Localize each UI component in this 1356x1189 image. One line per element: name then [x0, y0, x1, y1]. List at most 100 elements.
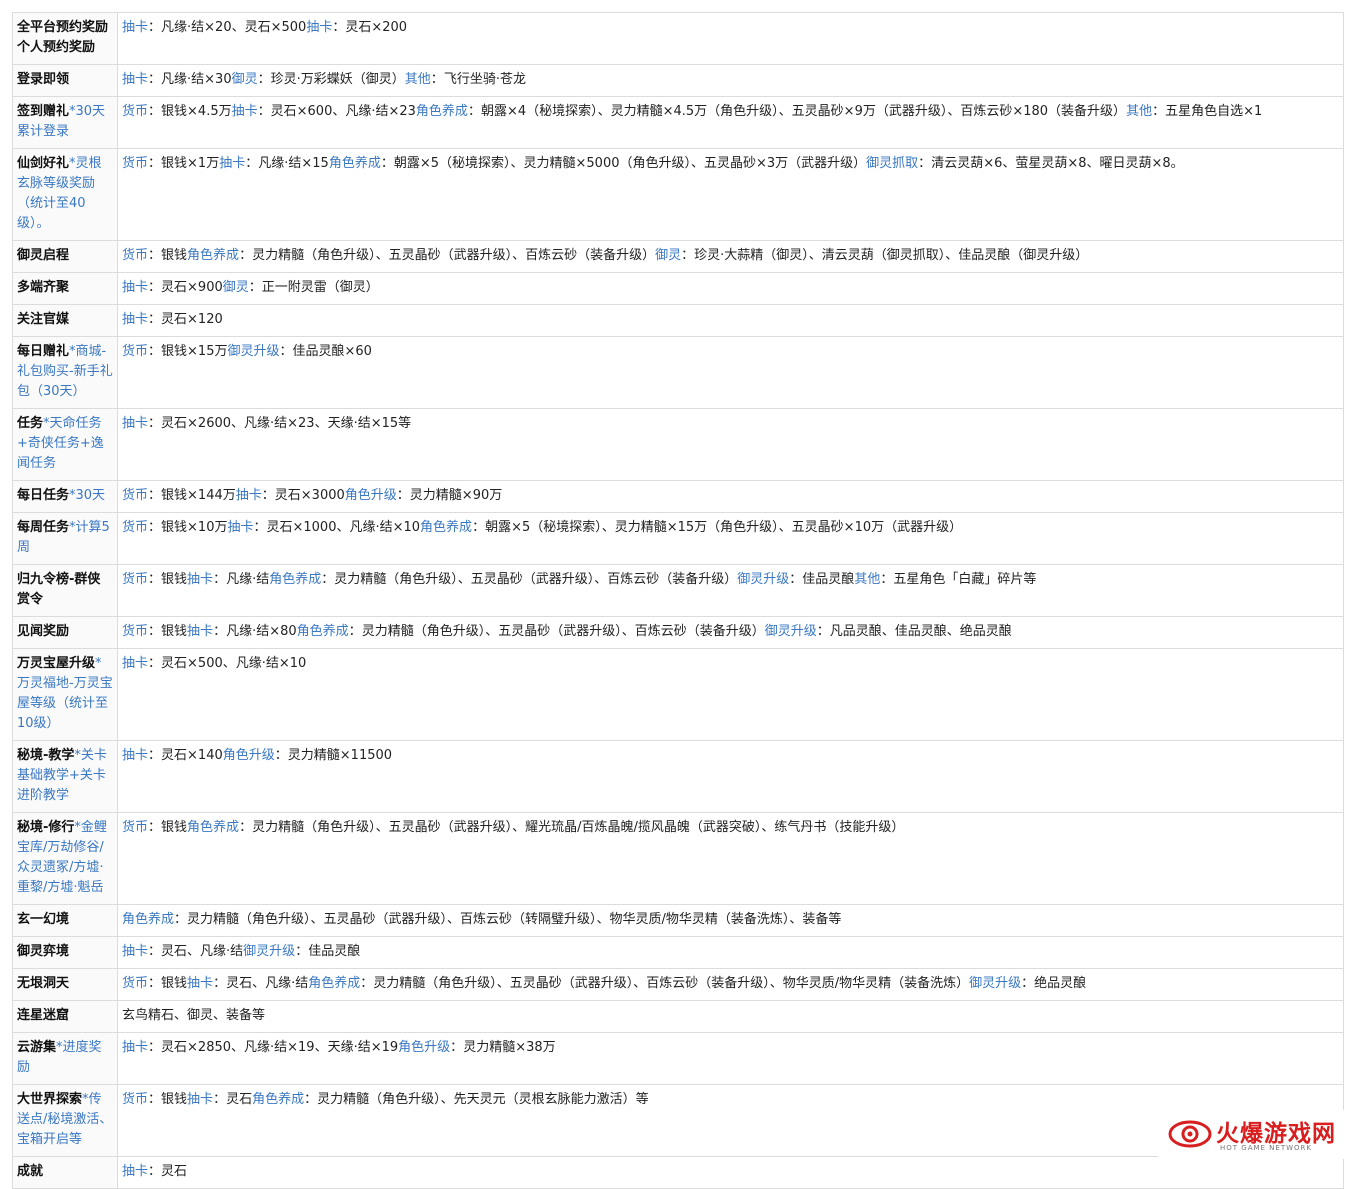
reward-category: 抽卡: [306, 20, 333, 35]
reward-items: 银钱: [161, 820, 188, 835]
reward-items: 灵石: [226, 1092, 253, 1107]
reward-items: 朝露×5（秘境探索）、灵力精髓×15万（角色升级）、五灵晶砂×10万（武器升级）: [485, 520, 963, 535]
watermark-subtitle: HOT GAME NETWORK: [1220, 1144, 1312, 1152]
table-row: 云游集*进度奖励 抽卡：灵石×2850、凡缘·结×19、天缘·结×19角色升级：灵…: [12, 1032, 1344, 1085]
table-row: 大世界探索*传送点/秘境激活、宝箱开启等 货币：银钱抽卡：灵石角色养成：灵力精髓（…: [12, 1084, 1344, 1157]
reward-items: 飞行坐骑·苍龙: [443, 72, 526, 87]
reward-detail-cell: 抽卡：灵石×120: [117, 304, 1344, 337]
reward-detail-cell: 货币：银钱×10万抽卡：灵石×1000、凡缘·结×10角色养成：朝露×5（秘境探…: [117, 512, 1344, 565]
reward-category: 其他: [1126, 104, 1153, 119]
reward-items: 灵石×1000、凡缘·结×10: [266, 520, 421, 535]
reward-category: 货币: [122, 976, 149, 991]
reward-source: 秘境-教学: [17, 748, 75, 763]
reward-source-cell: 连星迷窟: [12, 1000, 118, 1033]
reward-detail-cell: 抽卡：灵石×2600、凡缘·结×23、天缘·结×15等: [117, 408, 1344, 481]
table-row: 关注官媒 抽卡：灵石×120: [12, 304, 1344, 337]
reward-category: 货币: [122, 624, 149, 639]
table-row: 成就 抽卡：灵石: [12, 1156, 1344, 1189]
reward-detail-cell: 货币：银钱角色养成：灵力精髓（角色升级）、五灵晶砂（武器升级）、耀光琉晶/百炼晶…: [117, 812, 1344, 905]
reward-items: 银钱×4.5万: [161, 104, 232, 119]
reward-category: 抽卡: [122, 72, 149, 87]
reward-items: 灵力精髓×11500: [287, 748, 393, 763]
reward-source-cell: 无垠洞天: [12, 968, 118, 1001]
reward-source: 任务: [17, 416, 44, 431]
reward-source: 云游集: [17, 1040, 57, 1055]
reward-detail-cell: 抽卡：灵石: [117, 1156, 1344, 1189]
reward-category: 抽卡: [122, 312, 149, 327]
table-row: 连星迷窟 玄鸟精石、御灵、装备等: [12, 1000, 1344, 1033]
reward-items: 灵石: [161, 1164, 188, 1179]
reward-source: 仙剑好礼: [17, 156, 70, 171]
reward-items: 灵石×500、凡缘·结×10: [161, 656, 307, 671]
table-row: 每日任务*30天 货币：银钱×144万抽卡：灵石×3000角色升级：灵力精髓×90…: [12, 480, 1344, 513]
reward-items: 凡缘·结×15: [258, 156, 329, 171]
reward-items: 银钱: [161, 1092, 188, 1107]
reward-category: 角色养成: [296, 624, 349, 639]
reward-category: 角色养成: [420, 520, 473, 535]
table-row: 无垠洞天 货币：银钱抽卡：灵石、凡缘·结角色养成：灵力精髓（角色升级）、五灵晶砂（…: [12, 968, 1344, 1001]
reward-detail-cell: 货币：银钱×144万抽卡：灵石×3000角色升级：灵力精髓×90万: [117, 480, 1344, 513]
reward-items: 银钱×1万: [161, 156, 220, 171]
reward-items: 五星角色自选×1: [1165, 104, 1263, 119]
table-row: 登录即领 抽卡：凡缘·结×30御灵：珍灵·万彩蝶妖（御灵）其他：飞行坐骑·苍龙: [12, 64, 1344, 97]
reward-category: 货币: [122, 344, 149, 359]
reward-items: 灵石×200: [345, 20, 408, 35]
reward-detail-cell: 抽卡：灵石、凡缘·结御灵升级：佳品灵酿: [117, 936, 1344, 969]
reward-source-cell: 每日赠礼*商城-礼包购买-新手礼包（30天）: [12, 336, 118, 409]
reward-source: 万灵宝屋升级: [17, 656, 96, 671]
reward-category: 抽卡: [187, 976, 214, 991]
reward-source: 玄一幻境: [17, 912, 70, 927]
reward-category: 抽卡: [122, 280, 149, 295]
rewards-table: 全平台预约奖励个人预约奖励 抽卡：凡缘·结×20、灵石×500抽卡：灵石×200 登…: [12, 12, 1344, 1189]
reward-items: 灵力精髓（角色升级）、五灵晶砂（武器升级）、百炼云砂（装备升级）、物华灵质/物华…: [373, 976, 970, 991]
reward-items: 凡缘·结×20、灵石×500: [161, 20, 307, 35]
reward-source-cell: 见闻奖励: [12, 616, 118, 649]
reward-category: 角色养成: [187, 820, 240, 835]
reward-items: 灵力精髓（角色升级）、先天灵元（灵根玄脉能力激活）等: [317, 1092, 649, 1107]
reward-items: 五星角色「白藏」碎片等: [893, 572, 1037, 587]
reward-category: 御灵升级: [737, 572, 790, 587]
reward-category: 御灵升级: [969, 976, 1022, 991]
reward-items: 珍灵·大蒜精（御灵）、清云灵葫（御灵抓取）、佳品灵酿（御灵升级）: [694, 248, 1089, 263]
reward-items: 凡缘·结×30: [161, 72, 232, 87]
reward-source-cell: 御灵弈境: [12, 936, 118, 969]
table-row: 秘境-教学*关卡基础教学+关卡进阶教学 抽卡：灵石×140角色升级：灵力精髓×11…: [12, 740, 1344, 813]
reward-category: 抽卡: [227, 520, 254, 535]
reward-detail-cell: 角色养成：灵力精髓（角色升级）、五灵晶砂（武器升级）、百炼云砂（转隔璧升级）、物…: [117, 904, 1344, 937]
reward-category: 货币: [122, 520, 149, 535]
table-row: 御灵启程 货币：银钱角色养成：灵力精髓（角色升级）、五灵晶砂（武器升级）、百炼云砂…: [12, 240, 1344, 273]
reward-items: 银钱: [161, 248, 188, 263]
reward-items: 灵石×600、凡缘·结×23: [270, 104, 416, 119]
reward-category: 角色养成: [122, 912, 175, 927]
reward-items: 灵石×900: [161, 280, 223, 295]
reward-items: 银钱×10万: [161, 520, 228, 535]
reward-items: 银钱×15万: [161, 344, 228, 359]
reward-category: 抽卡: [122, 416, 149, 431]
reward-source: 全平台预约奖励个人预约奖励: [17, 20, 109, 55]
reward-detail-cell: 货币：银钱抽卡：凡缘·结角色养成：灵力精髓（角色升级）、五灵晶砂（武器升级）、百…: [117, 564, 1344, 617]
reward-category: 抽卡: [122, 748, 149, 763]
reward-items: 绝品灵酿: [1034, 976, 1087, 991]
reward-source-cell: 签到赠礼*30天累计登录: [12, 96, 118, 149]
reward-items: 灵石×120: [161, 312, 223, 327]
reward-category: 角色养成: [308, 976, 361, 991]
reward-items: 灵力精髓×38万: [463, 1040, 556, 1055]
reward-detail-cell: 抽卡：凡缘·结×30御灵：珍灵·万彩蝶妖（御灵）其他：飞行坐骑·苍龙: [117, 64, 1344, 97]
reward-items: 灵石×2850、凡缘·结×19、天缘·结×19: [161, 1040, 399, 1055]
reward-source: 每日赠礼: [17, 344, 70, 359]
reward-source: 秘境-修行: [17, 820, 75, 835]
reward-items: 佳品灵酿: [308, 944, 361, 959]
reward-category: 角色养成: [328, 156, 381, 171]
reward-items: 灵石×2600、凡缘·结×23、天缘·结×15等: [161, 416, 412, 431]
reward-category: 抽卡: [122, 1164, 149, 1179]
reward-category: 抽卡: [235, 488, 262, 503]
reward-detail-cell: 抽卡：灵石×500、凡缘·结×10: [117, 648, 1344, 741]
reward-category: 抽卡: [122, 656, 149, 671]
reward-items: 朝露×4（秘境探索）、灵力精髓×4.5万（角色升级）、五灵晶砂×9万（武器升级）…: [480, 104, 1127, 119]
table-row: 签到赠礼*30天累计登录 货币：银钱×4.5万抽卡：灵石×600、凡缘·结×23角…: [12, 96, 1344, 149]
reward-source-note: *30天: [69, 488, 106, 503]
table-row: 全平台预约奖励个人预约奖励 抽卡：凡缘·结×20、灵石×500抽卡：灵石×200: [12, 12, 1344, 65]
reward-detail-cell: 抽卡：灵石×2850、凡缘·结×19、天缘·结×19角色升级：灵力精髓×38万: [117, 1032, 1344, 1085]
reward-category: 货币: [122, 248, 149, 263]
reward-category: 抽卡: [122, 1040, 149, 1055]
